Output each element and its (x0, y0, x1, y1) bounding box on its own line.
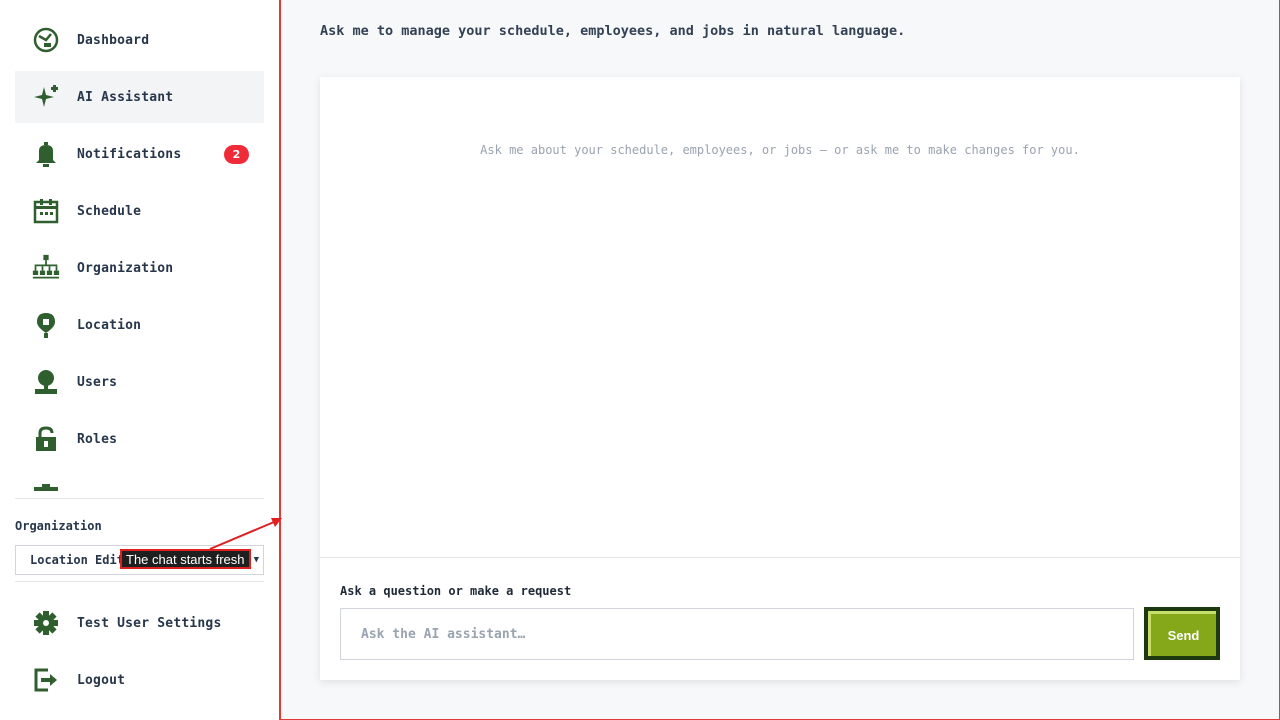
sidebar-item-schedule[interactable]: Schedule (15, 185, 264, 237)
bell-icon (32, 140, 60, 168)
sidebar-item-label: Roles (77, 431, 118, 447)
sidebar-item-label: Organization (77, 260, 174, 276)
sidebar-item-users[interactable]: Users (15, 356, 264, 408)
gear-icon (32, 609, 60, 637)
chat-input-label: Ask a question or make a request (340, 584, 572, 598)
chat-empty-message: Ask me about your schedule, employees, o… (480, 143, 1080, 157)
sidebar-item-notifications[interactable]: Notifications 2 (15, 128, 264, 180)
sidebar-item-label: Users (77, 374, 118, 390)
sidebar-item-label: Logout (77, 672, 126, 688)
calendar-icon (32, 197, 60, 225)
page-subtitle: Ask me to manage your schedule, employee… (320, 23, 906, 39)
sidebar-item-label: Notifications (77, 146, 182, 162)
user-icon (32, 368, 60, 396)
annotation-tooltip: The chat starts fresh (120, 549, 251, 569)
chat-panel: Ask me about your schedule, employees, o… (320, 77, 1240, 680)
briefcase-icon (32, 482, 60, 492)
organization-label: Organization (15, 519, 102, 533)
sidebar-item-label: Test User Settings (77, 615, 222, 631)
sidebar-item-organization[interactable]: Organization (15, 242, 264, 294)
sidebar-divider (15, 498, 264, 499)
sidebar-item-more[interactable] (15, 470, 264, 492)
sidebar-item-label: Dashboard (77, 32, 150, 48)
sidebar: Dashboard AI Assistant Notifications 2 S… (0, 0, 279, 720)
organization-select-value: Location Edit (30, 553, 124, 567)
sparkle-icon (32, 83, 60, 111)
sidebar-item-label: Location (77, 317, 142, 333)
sidebar-item-ai-assistant[interactable]: AI Assistant (15, 71, 264, 123)
sidebar-item-roles[interactable]: Roles (15, 413, 264, 465)
main-content: Ask me to manage your schedule, employee… (279, 0, 1280, 720)
send-button[interactable]: Send (1144, 607, 1220, 660)
sidebar-item-test-user-settings[interactable]: Test User Settings (15, 597, 264, 649)
sidebar-nav: Dashboard AI Assistant Notifications 2 S… (15, 14, 264, 492)
dashboard-icon (32, 26, 60, 54)
sidebar-item-label: AI Assistant (77, 89, 174, 105)
sidebar-item-label: Schedule (77, 203, 142, 219)
sidebar-item-logout[interactable]: Logout (15, 654, 264, 706)
sidebar-divider (15, 581, 264, 582)
chat-divider (320, 557, 1240, 558)
org-chart-icon (32, 254, 60, 282)
map-pin-icon (32, 311, 60, 339)
sidebar-item-dashboard[interactable]: Dashboard (15, 14, 264, 66)
lock-icon (32, 425, 60, 453)
logout-icon (32, 666, 60, 694)
sidebar-item-location[interactable]: Location (15, 299, 264, 351)
chevron-down-icon: ▼ (253, 555, 259, 565)
notification-count-badge: 2 (224, 145, 249, 164)
send-button-label: Send (1148, 611, 1216, 656)
chat-input[interactable] (340, 608, 1134, 660)
